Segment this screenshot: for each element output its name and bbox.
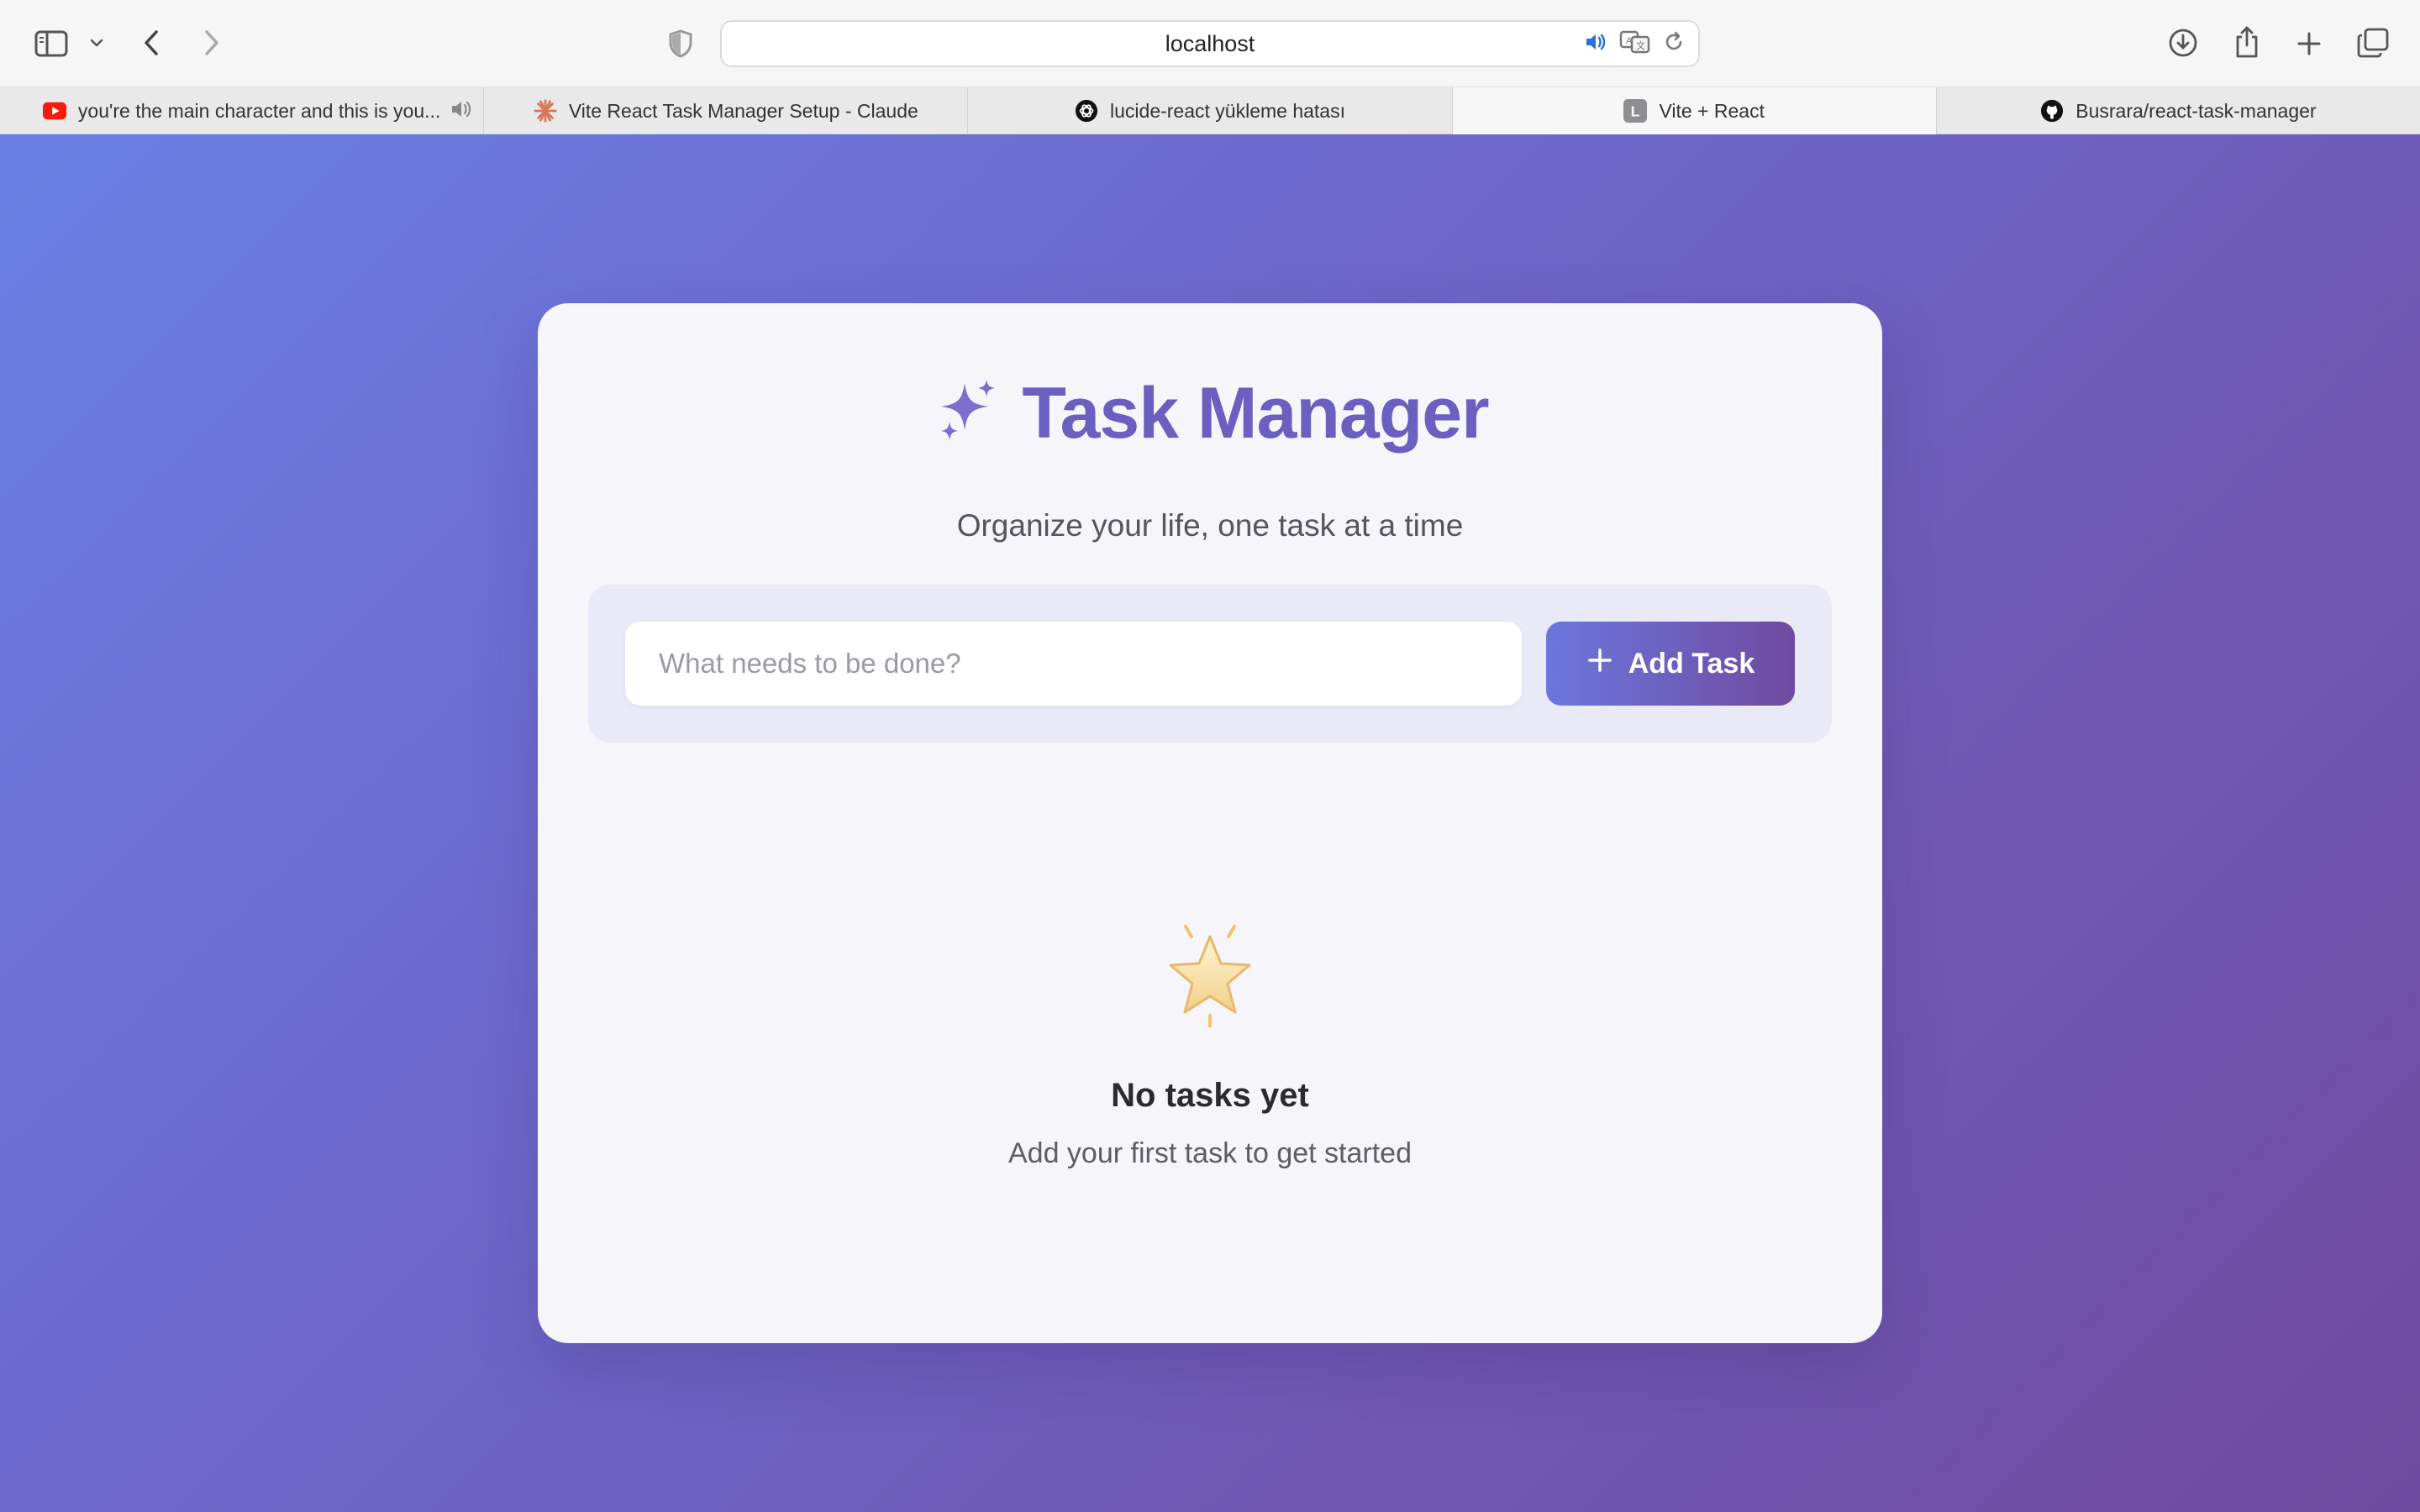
tab-title: you're the main character and this is yo… (77, 99, 441, 122)
svg-text:L: L (1631, 103, 1640, 120)
claude-icon (534, 99, 557, 123)
tab-github[interactable]: Busrara/react-task-manager (1937, 87, 2420, 134)
add-task-form: Add Task (588, 585, 1832, 743)
tab-claude[interactable]: Vite React Task Manager Setup - Claude (484, 87, 969, 134)
speaker-icon[interactable] (1584, 32, 1607, 56)
task-manager-card: Task Manager Organize your life, one tas… (538, 303, 1882, 1343)
share-icon[interactable] (2230, 24, 2264, 60)
chevron-down-icon[interactable] (87, 34, 106, 52)
page-viewport: Task Manager Organize your life, one tas… (0, 134, 2420, 1512)
browser-toolbar: localhost A文 (0, 0, 2420, 87)
new-tab-icon[interactable] (2292, 27, 2326, 60)
url-text: localhost (1165, 30, 1255, 56)
svg-text:文: 文 (1636, 39, 1645, 51)
forward-icon[interactable] (200, 27, 224, 59)
page-subtitle: Organize your life, one task at a time (956, 508, 1464, 543)
sparkles-icon (931, 376, 1002, 451)
sidebar-toggle-icon[interactable] (34, 29, 69, 59)
translate-icon[interactable]: A文 (1619, 30, 1651, 58)
tab-title: Vite React Task Manager Setup - Claude (568, 99, 918, 122)
empty-state-title: No tasks yet (1111, 1077, 1309, 1114)
tab-youtube[interactable]: you're the main character and this is yo… (0, 87, 485, 134)
empty-state-subtitle: Add your first task to get started (1007, 1137, 1412, 1169)
add-task-label: Add Task (1628, 647, 1755, 680)
tab-bar: you're the main character and this is yo… (0, 87, 2420, 134)
header: Task Manager (538, 367, 1882, 459)
chatgpt-icon (1075, 99, 1098, 123)
back-icon[interactable] (139, 27, 163, 59)
youtube-icon (42, 99, 66, 123)
letter-l-icon: L (1623, 99, 1648, 123)
downloads-icon[interactable] (2166, 26, 2200, 60)
tab-title: lucide-react yükleme hatası (1110, 99, 1345, 122)
task-input[interactable] (625, 622, 1522, 706)
address-bar[interactable]: localhost A文 (720, 20, 1700, 67)
page-title: Task Manager (1022, 372, 1489, 454)
svg-text:A: A (1626, 36, 1633, 46)
glowing-star-icon (538, 921, 1882, 1031)
add-task-button[interactable]: Add Task (1546, 622, 1795, 706)
tab-vite-react[interactable]: L Vite + React (1452, 87, 1937, 134)
tab-chatgpt[interactable]: lucide-react yükleme hatası (968, 87, 1453, 134)
tab-title: Vite + React (1659, 99, 1765, 122)
privacy-shield-icon[interactable] (664, 27, 697, 60)
reload-icon[interactable] (1663, 31, 1685, 57)
plus-icon (1586, 647, 1613, 681)
tab-audio-icon[interactable] (450, 99, 473, 124)
tab-overview-icon[interactable] (2354, 25, 2391, 60)
github-icon (2040, 99, 2064, 123)
tab-title: Busrara/react-task-manager (2075, 99, 2317, 122)
